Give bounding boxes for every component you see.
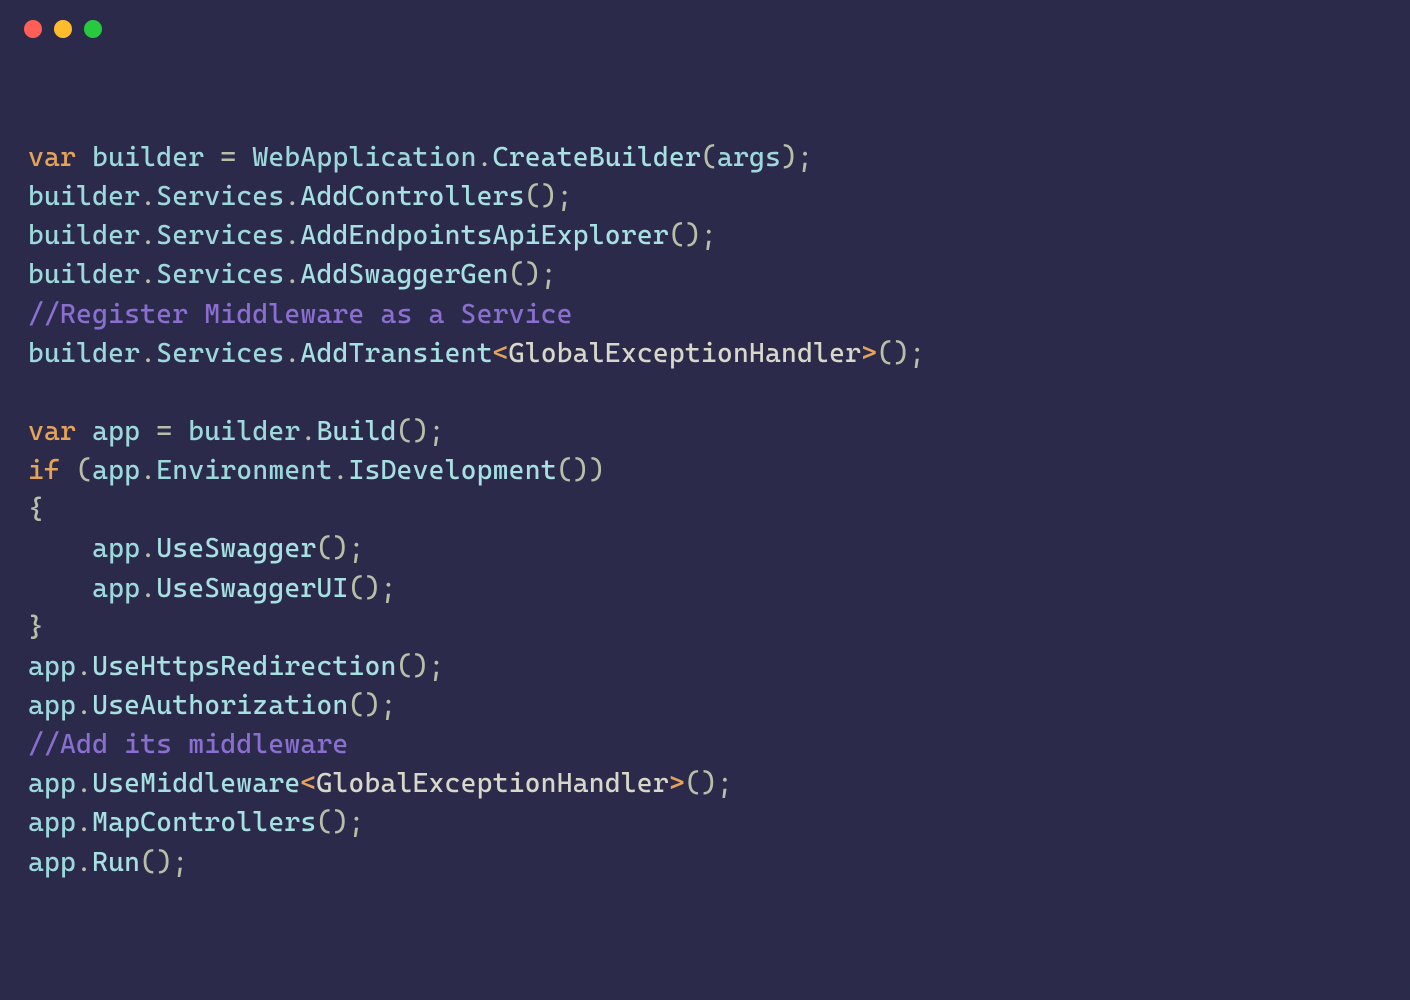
code-line-5: //Register Middleware as a Service (28, 299, 573, 330)
keyword-var: var (28, 142, 76, 173)
method-useswagger: UseSwagger (156, 533, 316, 564)
identifier-builder: builder (92, 142, 204, 173)
code-line-8: var app = builder.Build(); (28, 416, 445, 447)
code-line-15: app.UseAuthorization(); (28, 690, 397, 721)
code-line-4: builder.Services.AddSwaggerGen(); (28, 259, 557, 290)
method-useauthorization: UseAuthorization (92, 690, 348, 721)
method-isdevelopment: IsDevelopment (348, 455, 556, 486)
code-line-13: } (28, 612, 44, 643)
code-line-14: app.UseHttpsRedirection(); (28, 651, 445, 682)
type-globalexceptionhandler: GlobalExceptionHandler (509, 338, 861, 369)
code-line-9: if (app.Environment.IsDevelopment()) (28, 455, 605, 486)
code-line-2: builder.Services.AddControllers(); (28, 181, 573, 212)
method-useswaggerui: UseSwaggerUI (156, 573, 348, 604)
code-line-16: //Add its middleware (28, 729, 348, 760)
window-close-icon[interactable] (24, 20, 42, 38)
code-line-1: var builder = WebApplication.CreateBuild… (28, 142, 813, 173)
window-titlebar (0, 0, 1410, 38)
code-window: var builder = WebApplication.CreateBuild… (0, 0, 1410, 1000)
method-addendpointsapiexplorer: AddEndpointsApiExplorer (300, 220, 668, 251)
comment-add-middleware: //Add its middleware (28, 729, 348, 760)
method-createbuilder: CreateBuilder (493, 142, 701, 173)
code-line-6: builder.Services.AddTransient<GlobalExce… (28, 338, 925, 369)
method-build: Build (316, 416, 396, 447)
code-line-10: { (28, 494, 44, 525)
window-maximize-icon[interactable] (84, 20, 102, 38)
code-line-18: app.MapControllers(); (28, 807, 364, 838)
keyword-if: if (28, 455, 60, 486)
comment-register-middleware: //Register Middleware as a Service (28, 299, 573, 330)
keyword-var: var (28, 416, 76, 447)
method-addswaggergen: AddSwaggerGen (300, 259, 508, 290)
method-addtransient: AddTransient (300, 338, 492, 369)
type-globalexceptionhandler: GlobalExceptionHandler (316, 768, 668, 799)
identifier-args: args (717, 142, 781, 173)
type-webapplication: WebApplication (252, 142, 476, 173)
identifier-app: app (92, 416, 140, 447)
code-line-3: builder.Services.AddEndpointsApiExplorer… (28, 220, 717, 251)
code-editor: var builder = WebApplication.CreateBuild… (0, 38, 1410, 922)
method-addcontrollers: AddControllers (300, 181, 524, 212)
code-line-12: app.UseSwaggerUI(); (28, 573, 397, 604)
method-mapcontrollers: MapControllers (92, 807, 316, 838)
method-usehttpsredirection: UseHttpsRedirection (92, 651, 396, 682)
code-line-11: app.UseSwagger(); (28, 533, 364, 564)
code-line-17: app.UseMiddleware<GlobalExceptionHandler… (28, 768, 733, 799)
method-run: Run (92, 847, 140, 878)
code-line-19: app.Run(); (28, 847, 188, 878)
method-usemiddleware: UseMiddleware (92, 768, 300, 799)
window-minimize-icon[interactable] (54, 20, 72, 38)
